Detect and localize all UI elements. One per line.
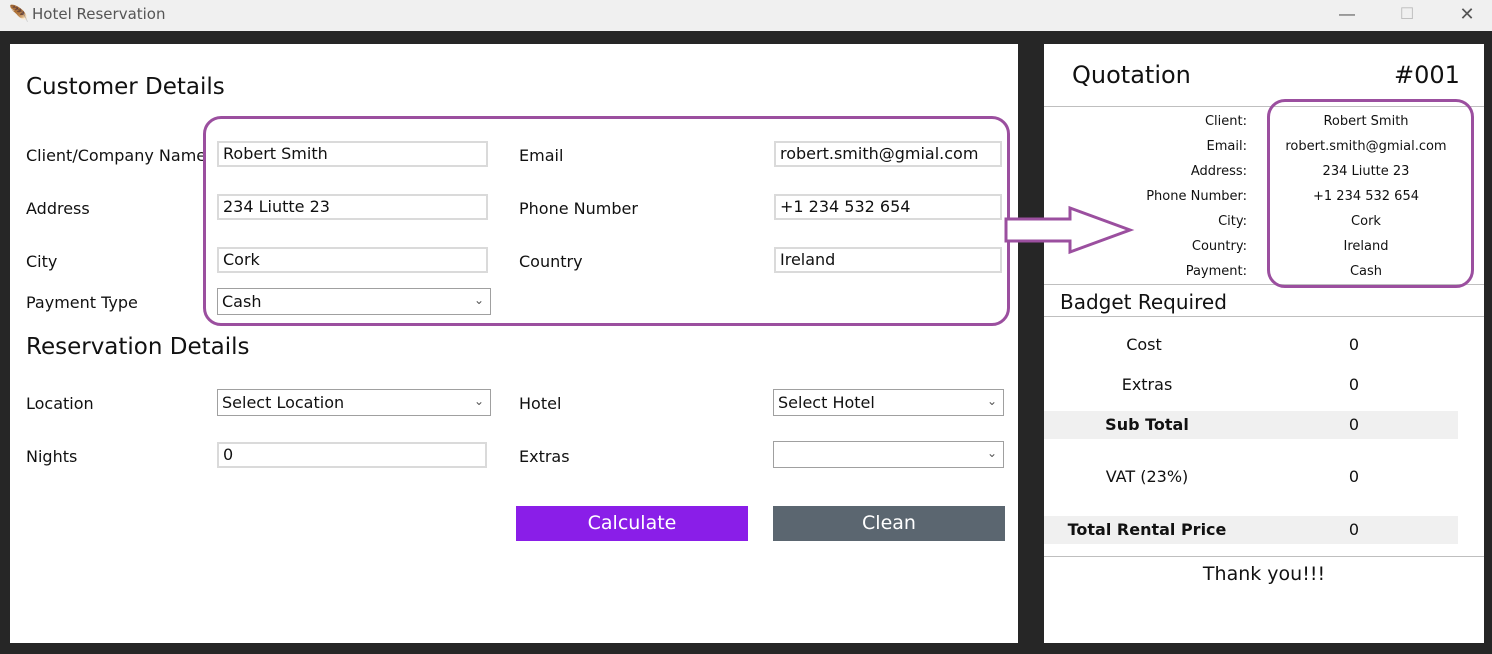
customer-fields-highlight [203,116,1010,326]
quote-address-label: Address: [1190,164,1247,179]
subtotal-label: Sub Total [1105,415,1189,434]
location-select[interactable]: Select Location ⌄ [217,389,491,416]
calculate-button[interactable]: Calculate [516,506,748,541]
city-label: City [26,252,58,271]
chevron-down-icon: ⌄ [986,446,997,460]
extras-cost-label: Extras [1121,375,1173,394]
close-button[interactable]: ✕ [1438,0,1492,31]
location-value: Select Location [222,393,345,412]
hotel-value: Select Hotel [778,393,875,412]
vat-value: 0 [1348,467,1360,486]
address-label: Address [26,199,90,218]
maximize-button[interactable]: ☐ [1378,0,1436,31]
budget-row-vat: VAT (23%) 0 [1044,463,1458,491]
budget-row-total: Total Rental Price 0 [1044,516,1458,544]
nights-label: Nights [26,447,78,466]
arrow-right-icon [1004,205,1135,255]
budget-title: Badget Required [1060,290,1227,314]
client-name-label: Client/Company Name [26,146,207,165]
title-bar: 🪶 Hotel Reservation — ☐ ✕ [0,0,1492,31]
quotation-fields-highlight [1267,99,1474,288]
quote-client-label: Client: [1204,114,1247,129]
reservation-details-title: Reservation Details [26,334,250,360]
hotel-select[interactable]: Select Hotel ⌄ [773,389,1004,416]
nights-input[interactable]: 0 [217,442,487,468]
extras-select[interactable]: ⌄ [773,441,1004,468]
minimize-button[interactable]: — [1318,0,1376,31]
chevron-down-icon: ⌄ [986,394,997,408]
subtotal-value: 0 [1348,415,1360,434]
total-label: Total Rental Price [1067,520,1227,539]
window-title: Hotel Reservation [32,5,166,23]
quotation-number: #001 [1394,61,1460,89]
thank-you-text: Thank you!!! [1202,563,1326,585]
quote-email-label: Email: [1206,139,1247,154]
vat-label: VAT (23%) [1105,467,1189,486]
location-label: Location [26,394,94,413]
total-value: 0 [1348,520,1360,539]
quotation-title: Quotation [1072,61,1191,89]
extras-label: Extras [519,447,570,466]
budget-row-cost: Cost 0 [1044,331,1458,359]
divider [1044,556,1484,557]
budget-row-extras: Extras 0 [1044,371,1458,399]
clean-button[interactable]: Clean [773,506,1005,541]
feather-icon: 🪶 [9,6,29,23]
cost-label: Cost [1126,335,1162,354]
budget-row-subtotal: Sub Total 0 [1044,411,1458,439]
extras-cost-value: 0 [1348,375,1360,394]
hotel-label: Hotel [519,394,562,413]
payment-type-label: Payment Type [26,293,138,312]
customer-details-title: Customer Details [26,74,225,100]
chevron-down-icon: ⌄ [473,394,484,408]
cost-value: 0 [1348,335,1360,354]
divider [1044,316,1484,317]
quote-payment-label: Payment: [1185,264,1247,279]
